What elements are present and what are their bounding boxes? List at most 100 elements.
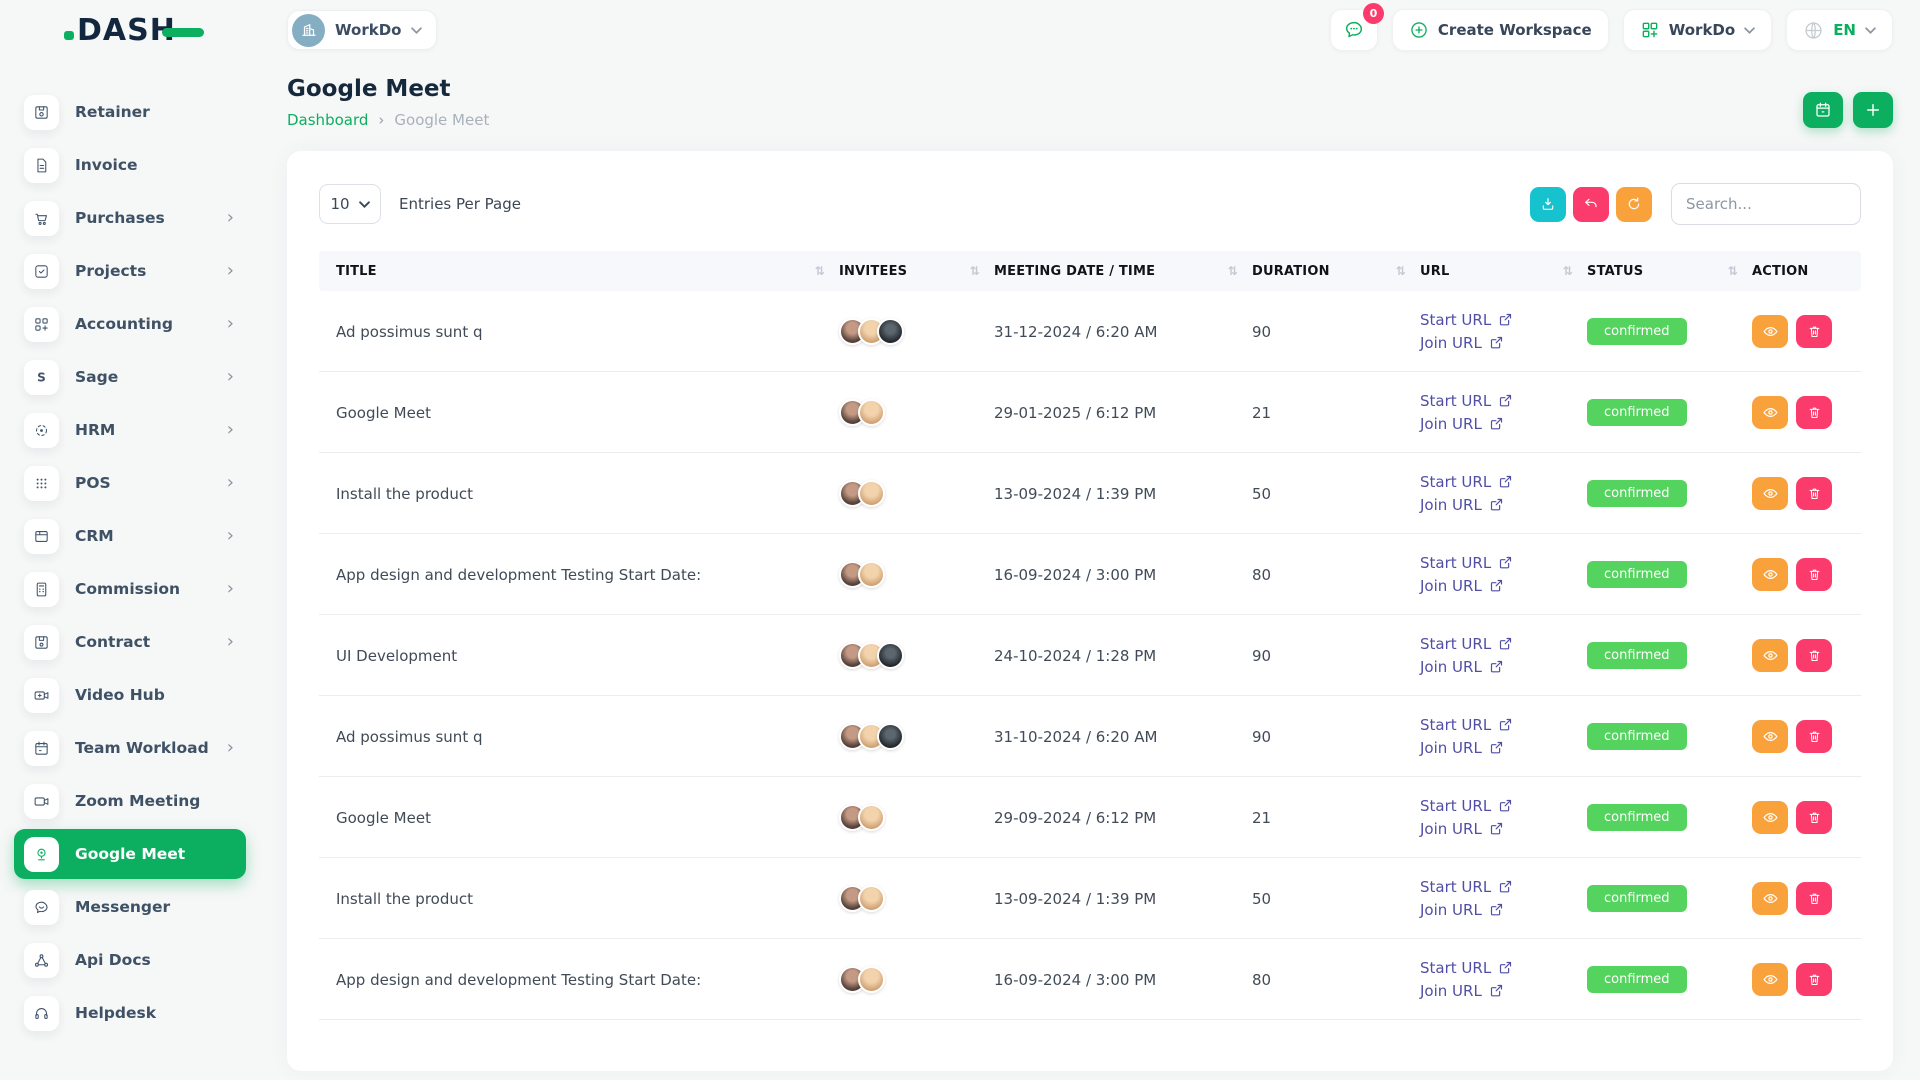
purchases-icon xyxy=(24,200,59,236)
start-url-label: Start URL xyxy=(1420,391,1492,410)
start-url-link[interactable]: Start URL xyxy=(1420,959,1513,977)
invitees-cell xyxy=(839,884,994,912)
start-url-link[interactable]: Start URL xyxy=(1420,311,1513,329)
breadcrumb-dashboard-link[interactable]: Dashboard xyxy=(287,111,368,129)
undo-button[interactable] xyxy=(1573,186,1609,222)
sort-icon[interactable]: ⇅ xyxy=(970,264,980,278)
join-url-link[interactable]: Join URL xyxy=(1420,739,1504,757)
table-header-status[interactable]: STATUS ⇅ xyxy=(1587,264,1752,279)
join-url-link[interactable]: Join URL xyxy=(1420,496,1504,514)
sidebar-item-sage[interactable]: S Sage › xyxy=(14,352,246,402)
search-input[interactable] xyxy=(1671,183,1861,225)
sidebar-item-purchases[interactable]: Purchases › xyxy=(14,193,246,243)
sort-icon[interactable]: ⇅ xyxy=(815,264,825,278)
eye-icon xyxy=(1763,731,1777,741)
join-url-link[interactable]: Join URL xyxy=(1420,982,1504,1000)
meeting-duration: 90 xyxy=(1252,322,1272,341)
entries-per-page-select[interactable]: 10 xyxy=(319,184,381,224)
language-selector[interactable]: EN xyxy=(1786,9,1893,51)
view-button[interactable] xyxy=(1752,800,1788,834)
external-link-icon xyxy=(1490,822,1502,835)
sidebar-item-contract[interactable]: Contract › xyxy=(14,617,246,667)
table-header-duration[interactable]: DURATION ⇅ xyxy=(1252,264,1420,279)
table-header-title[interactable]: TITLE ⇅ xyxy=(319,264,839,279)
sidebar-item-projects[interactable]: Projects › xyxy=(14,246,246,296)
refresh-button[interactable] xyxy=(1616,186,1652,222)
delete-button[interactable] xyxy=(1796,638,1832,672)
sidebar-item-hrm[interactable]: HRM › xyxy=(14,405,246,455)
calendar-view-button[interactable] xyxy=(1803,92,1843,128)
view-button[interactable] xyxy=(1752,881,1788,915)
invitee-avatar xyxy=(877,641,904,669)
sidebar-item-zoom-meeting[interactable]: Zoom Meeting xyxy=(14,776,246,826)
column-label: ACTION xyxy=(1752,263,1809,279)
workspace-menu[interactable]: WorkDo xyxy=(1622,9,1773,51)
workspace-switcher[interactable]: WorkDo xyxy=(287,10,438,50)
delete-button[interactable] xyxy=(1796,719,1832,753)
sidebar-item-messenger[interactable]: Messenger xyxy=(14,882,246,932)
add-meeting-button[interactable] xyxy=(1853,92,1893,128)
sidebar-item-label: Video Hub xyxy=(75,686,165,704)
view-button[interactable] xyxy=(1752,962,1788,996)
sidebar-item-retainer[interactable]: Retainer xyxy=(14,87,246,137)
sort-icon[interactable]: ⇅ xyxy=(1728,264,1738,278)
join-url-link[interactable]: Join URL xyxy=(1420,820,1504,838)
table-header-action[interactable]: ACTION xyxy=(1752,264,1861,279)
join-url-link[interactable]: Join URL xyxy=(1420,658,1504,676)
invitees-cell xyxy=(839,965,994,993)
view-button[interactable] xyxy=(1752,557,1788,591)
start-url-link[interactable]: Start URL xyxy=(1420,473,1513,491)
sidebar-item-api-docs[interactable]: Api Docs xyxy=(14,935,246,985)
join-url-link[interactable]: Join URL xyxy=(1420,577,1504,595)
table-header-meeting-date-time[interactable]: MEETING DATE / TIME ⇅ xyxy=(994,264,1252,279)
start-url-link[interactable]: Start URL xyxy=(1420,635,1513,653)
sidebar-item-helpdesk[interactable]: Helpdesk xyxy=(14,988,246,1038)
join-url-link[interactable]: Join URL xyxy=(1420,334,1504,352)
chevron-right-icon: › xyxy=(226,313,234,334)
external-link-icon xyxy=(1500,556,1512,569)
sidebar-item-video-hub[interactable]: Video Hub xyxy=(14,670,246,720)
sort-icon[interactable]: ⇅ xyxy=(1228,264,1238,278)
external-link-icon xyxy=(1490,417,1502,430)
sidebar-item-accounting[interactable]: Accounting › xyxy=(14,299,246,349)
start-url-link[interactable]: Start URL xyxy=(1420,797,1513,815)
column-label: URL xyxy=(1420,263,1450,279)
view-button[interactable] xyxy=(1752,476,1788,510)
sort-icon[interactable]: ⇅ xyxy=(1396,264,1406,278)
sidebar-item-pos[interactable]: POS › xyxy=(14,458,246,508)
start-url-link[interactable]: Start URL xyxy=(1420,716,1513,734)
delete-button[interactable] xyxy=(1796,314,1832,348)
sidebar-item-commission[interactable]: Commission › xyxy=(14,564,246,614)
view-button[interactable] xyxy=(1752,719,1788,753)
table-header-url[interactable]: URL ⇅ xyxy=(1420,264,1587,279)
sort-icon[interactable]: ⇅ xyxy=(1563,264,1573,278)
join-url-link[interactable]: Join URL xyxy=(1420,415,1504,433)
delete-button[interactable] xyxy=(1796,881,1832,915)
sidebar-item-team-workload[interactable]: Team Workload › xyxy=(14,723,246,773)
chevron-right-icon: › xyxy=(226,419,234,440)
delete-button[interactable] xyxy=(1796,962,1832,996)
messages-button[interactable]: 0 xyxy=(1329,3,1384,51)
create-workspace-button[interactable]: Create Workspace xyxy=(1391,9,1609,51)
delete-button[interactable] xyxy=(1796,557,1832,591)
join-url-link[interactable]: Join URL xyxy=(1420,901,1504,919)
start-url-label: Start URL xyxy=(1420,877,1492,896)
sidebar-item-crm[interactable]: CRM › xyxy=(14,511,246,561)
view-button[interactable] xyxy=(1752,638,1788,672)
start-url-link[interactable]: Start URL xyxy=(1420,878,1513,896)
delete-button[interactable] xyxy=(1796,800,1832,834)
sidebar-item-invoice[interactable]: Invoice xyxy=(14,140,246,190)
chevron-down-icon xyxy=(1744,26,1755,34)
delete-button[interactable] xyxy=(1796,476,1832,510)
start-url-link[interactable]: Start URL xyxy=(1420,392,1513,410)
start-url-link[interactable]: Start URL xyxy=(1420,554,1513,572)
delete-button[interactable] xyxy=(1796,395,1832,429)
view-button[interactable] xyxy=(1752,395,1788,429)
join-url-label: Join URL xyxy=(1420,738,1482,757)
chevron-right-icon: › xyxy=(226,260,234,281)
export-button[interactable] xyxy=(1530,186,1566,222)
view-button[interactable] xyxy=(1752,314,1788,348)
meeting-datetime: 24-10-2024 / 1:28 PM xyxy=(994,646,1157,665)
table-header-invitees[interactable]: INVITEES ⇅ xyxy=(839,264,994,279)
sidebar-item-google-meet[interactable]: Google Meet xyxy=(14,829,246,879)
